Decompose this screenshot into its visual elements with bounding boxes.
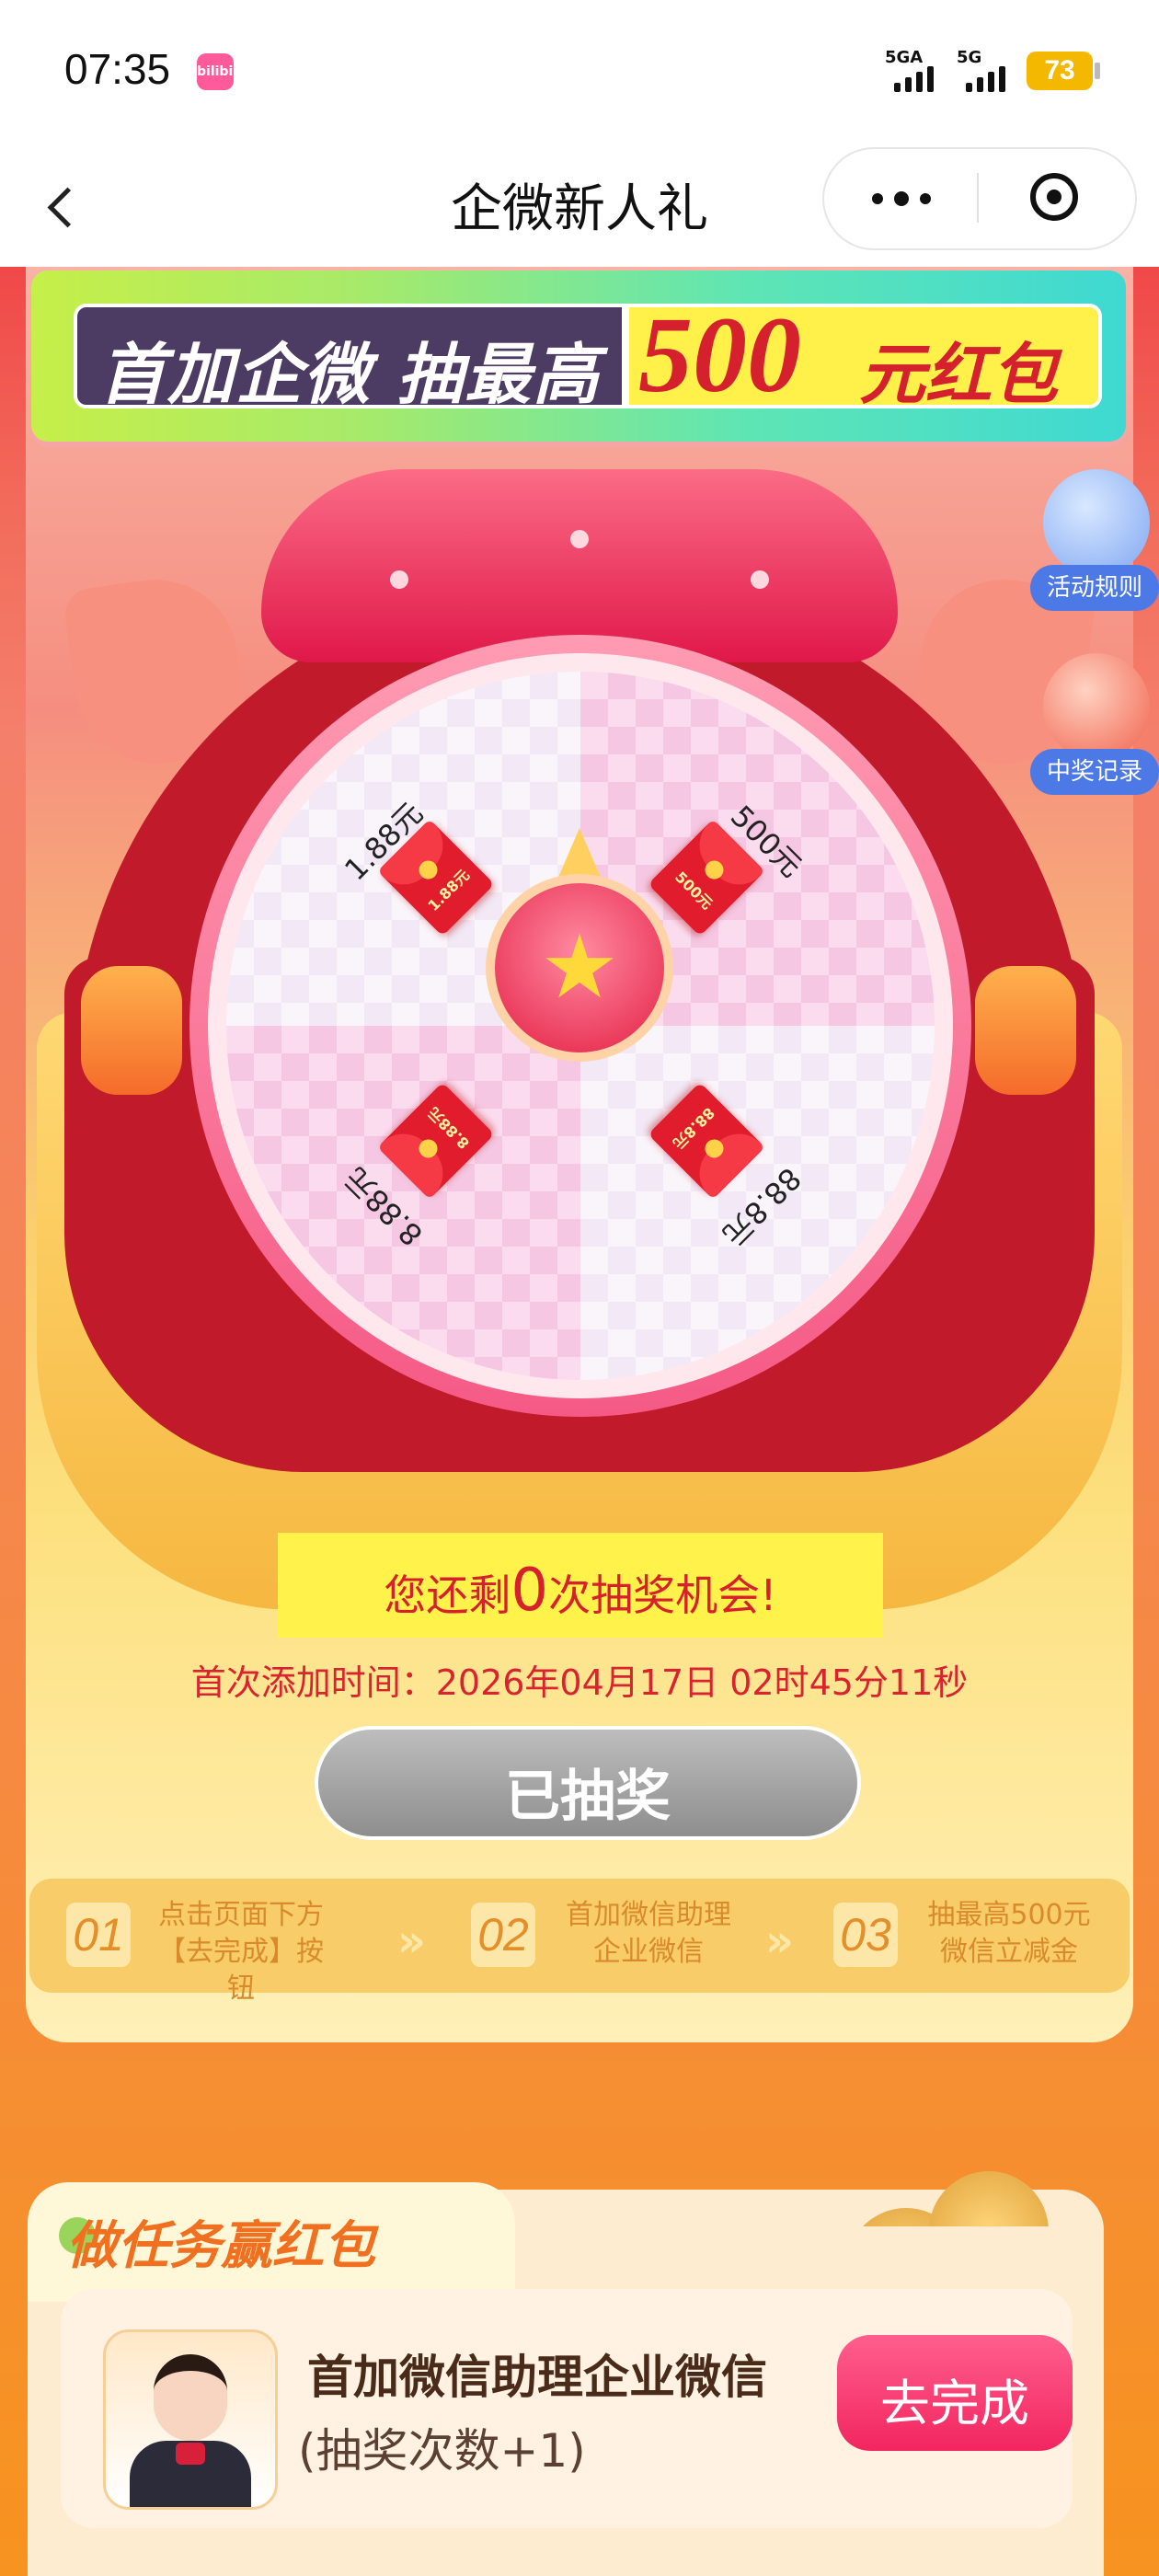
gift-box-icon bbox=[1043, 653, 1150, 760]
signal-5ga-icon: 5GA bbox=[885, 48, 949, 92]
cap-light bbox=[751, 570, 769, 589]
right-knob bbox=[975, 966, 1076, 1095]
spin-button[interactable]: ★ bbox=[486, 874, 673, 1062]
draw-button-label: 已抽奖 bbox=[505, 1765, 671, 1829]
chance-text: 您还剩0次抽奖机会! bbox=[278, 1557, 883, 1625]
step-text: 抽最高500元 微信立减金 bbox=[927, 1899, 1091, 1968]
task-subtitle: (抽奖次数+1) bbox=[298, 2424, 586, 2478]
signal-5g-icon: 5G bbox=[957, 48, 1021, 92]
chance-prefix: 您还剩 bbox=[384, 1570, 511, 1620]
chance-suffix: 次抽奖机会! bbox=[548, 1570, 777, 1620]
first-add-time: 首次添加时间：2026年04月17日 02时45分11秒 bbox=[190, 1662, 969, 1703]
step-number: 01 bbox=[66, 1903, 131, 1967]
step-text: 首加微信助理 企业微信 bbox=[566, 1899, 731, 1968]
more-dot-icon bbox=[920, 193, 931, 204]
draw-button[interactable]: 已抽奖 bbox=[315, 1726, 861, 1840]
battery-tip bbox=[1095, 63, 1100, 79]
hero-amount: 500 bbox=[638, 294, 801, 415]
assistant-avatar bbox=[103, 2329, 278, 2510]
task-name: 首加微信助理企业微信 bbox=[307, 2351, 767, 2404]
hero-left: 首加企微 抽最高 bbox=[74, 304, 625, 413]
bilibili-app-icon: bilibili bbox=[197, 53, 242, 90]
chevron-right-icon: » bbox=[397, 1915, 427, 1967]
hero-suffix: 元红包 bbox=[859, 336, 1059, 413]
more-dot-icon bbox=[894, 191, 909, 206]
more-dot-icon bbox=[872, 193, 883, 204]
status-bar: 07:35 bilibili 5GA 5G 73 bbox=[0, 0, 1159, 147]
hero-right: 500 元红包 bbox=[625, 294, 1102, 415]
steps-bar: 01 点击页面下方 【去完成】按钮 » 02 首加微信助理 企业微信 » 03 抽最… bbox=[29, 1879, 1130, 2005]
rules-button[interactable]: 活动规则 bbox=[1030, 469, 1159, 626]
nav-bar: 企微新人礼 bbox=[0, 147, 1159, 267]
task-section-title: 做任务赢红包 bbox=[66, 2216, 375, 2276]
chevron-right-icon: » bbox=[765, 1915, 795, 1967]
hero-banner: 首加企微 抽最高 500 元红包 bbox=[31, 270, 1126, 442]
wheel-top-cap bbox=[261, 469, 898, 662]
star-icon: ★ bbox=[539, 915, 620, 1018]
status-time: 07:35 bbox=[64, 45, 171, 93]
step-number: 03 bbox=[833, 1903, 898, 1967]
rules-icon bbox=[1043, 469, 1150, 576]
chance-banner: 您还剩0次抽奖机会! bbox=[278, 1533, 883, 1638]
records-button[interactable]: 中奖记录 bbox=[1030, 653, 1159, 810]
step-text: 点击页面下方 【去完成】按钮 bbox=[158, 1899, 324, 2005]
complete-task-button[interactable]: 去完成 bbox=[837, 2335, 1073, 2451]
cap-light bbox=[570, 530, 589, 548]
chance-count: 0 bbox=[511, 1557, 549, 1625]
step-number: 02 bbox=[471, 1903, 535, 1967]
target-dot bbox=[1047, 190, 1061, 204]
hero-left-text: 首加企微 抽最高 bbox=[99, 336, 602, 413]
left-knob bbox=[81, 966, 182, 1095]
close-miniprogram-button[interactable] bbox=[979, 147, 1133, 247]
complete-task-label: 去完成 bbox=[880, 2375, 1029, 2432]
battery-icon: 73 bbox=[1027, 52, 1093, 90]
records-label: 中奖记录 bbox=[1030, 749, 1159, 795]
cap-light bbox=[390, 570, 408, 589]
rules-label: 活动规则 bbox=[1030, 565, 1159, 611]
more-button[interactable] bbox=[822, 147, 977, 247]
